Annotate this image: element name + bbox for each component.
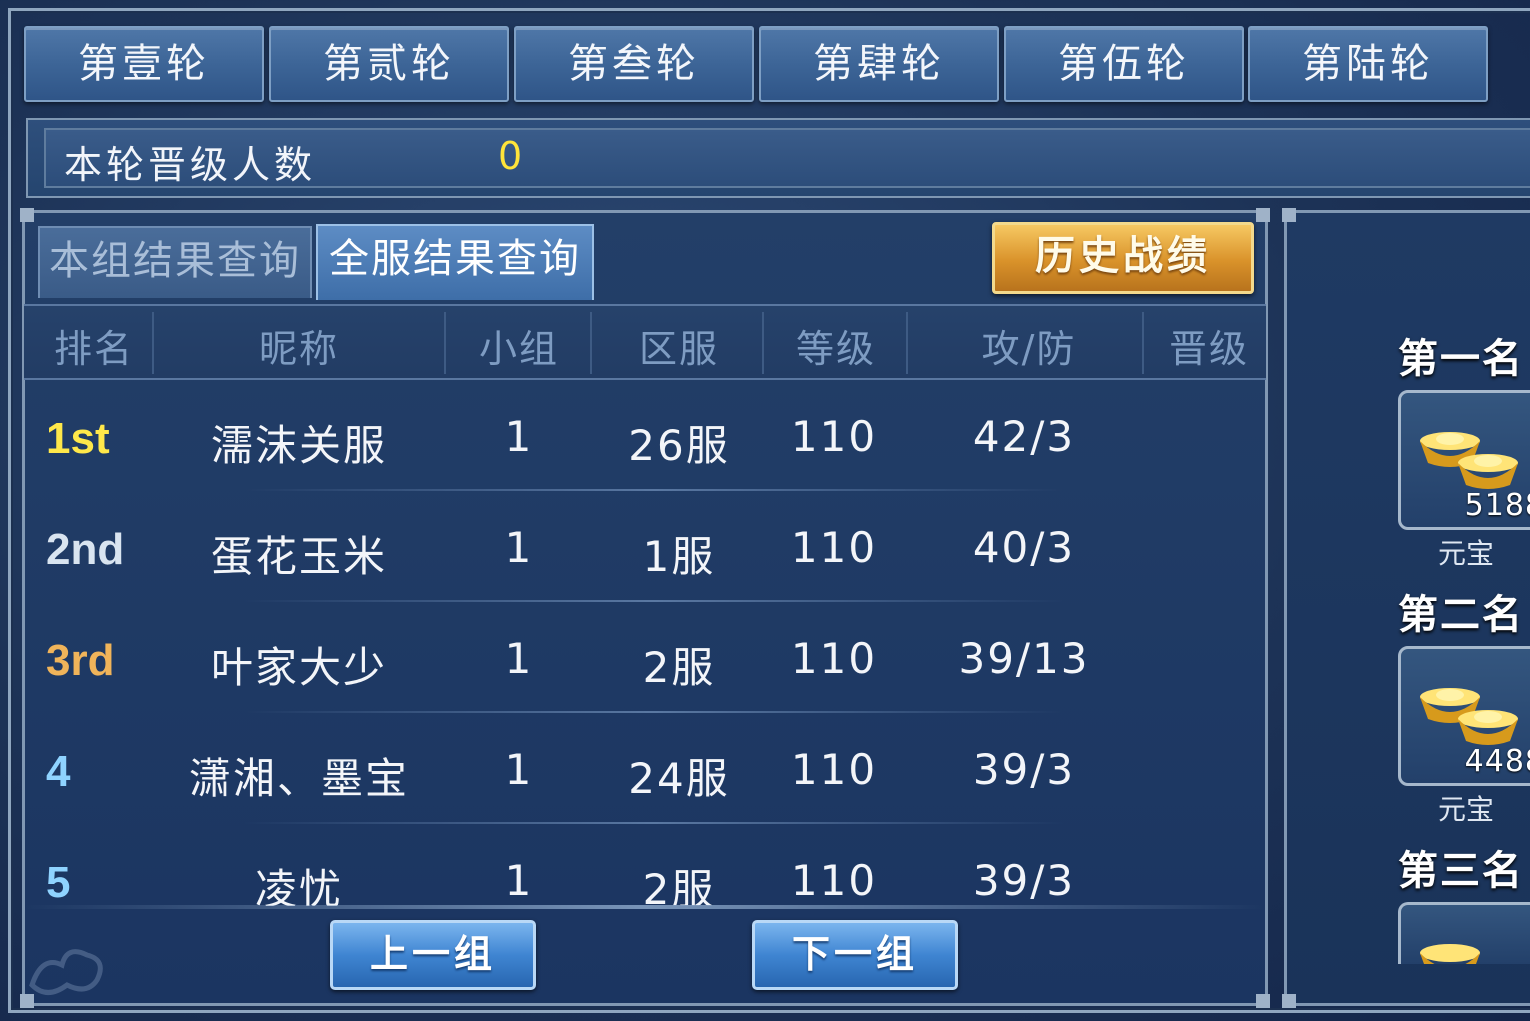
corner-ornament bbox=[1256, 994, 1270, 1008]
header-divider bbox=[590, 312, 592, 374]
header-promotion: 晋级 bbox=[1168, 327, 1249, 371]
gold-ingot-icon bbox=[1458, 710, 1518, 745]
promotion-bar: 本轮晋级人数 0 bbox=[26, 118, 1530, 198]
server: 2服 bbox=[642, 643, 716, 692]
gold-ingot-icon bbox=[1458, 454, 1518, 489]
prev-group-button[interactable]: 上一组 bbox=[330, 920, 536, 990]
tab-group-results[interactable]: 本组结果查询 bbox=[38, 226, 312, 298]
corner-ornament bbox=[1256, 208, 1270, 222]
server: 2服 bbox=[642, 865, 716, 906]
header-divider bbox=[152, 312, 154, 374]
table-row[interactable]: 1st 濡沫关服 1 26服 110 42/3 bbox=[24, 380, 1266, 491]
tab-round-3[interactable]: 第叁轮 bbox=[514, 26, 754, 102]
gold-ingot-icon bbox=[1420, 944, 1480, 964]
list-bottom-divider bbox=[24, 905, 1264, 909]
table-row[interactable]: 4 潇湘、墨宝 1 24服 110 39/3 bbox=[24, 713, 1266, 824]
rank-label: 3rd bbox=[46, 636, 115, 685]
reward-slot-first[interactable]: 5188 bbox=[1398, 390, 1530, 530]
reward-slot-third[interactable] bbox=[1398, 902, 1530, 964]
promotion-count: 0 bbox=[498, 134, 523, 178]
header-divider bbox=[1142, 312, 1144, 374]
cloud-ornament-icon bbox=[29, 949, 103, 995]
tab-round-2[interactable]: 第贰轮 bbox=[269, 26, 509, 102]
level: 110 bbox=[790, 856, 878, 905]
group: 1 bbox=[504, 856, 534, 905]
rank-label: 4 bbox=[46, 747, 71, 796]
nickname: 潇湘、墨宝 bbox=[188, 754, 409, 803]
reward-unit: 元宝 bbox=[1438, 793, 1495, 826]
server: 24服 bbox=[628, 754, 730, 803]
tab-round-6[interactable]: 第陆轮 bbox=[1248, 26, 1488, 102]
header-divider bbox=[762, 312, 764, 374]
next-group-button[interactable]: 下一组 bbox=[752, 920, 958, 990]
header-group: 小组 bbox=[478, 327, 559, 371]
attack-defense: 39/3 bbox=[972, 856, 1076, 905]
level: 110 bbox=[790, 634, 878, 683]
reward-amount: 5188 bbox=[1464, 488, 1530, 523]
header-nickname: 昵称 bbox=[258, 327, 339, 371]
level: 110 bbox=[790, 412, 878, 461]
promotion-label: 本轮晋级人数 bbox=[64, 143, 317, 187]
table-row[interactable]: 3rd 叶家大少 1 2服 110 39/13 bbox=[24, 602, 1266, 713]
tab-round-5[interactable]: 第伍轮 bbox=[1004, 26, 1244, 102]
corner-ornament bbox=[20, 208, 34, 222]
attack-defense: 39/13 bbox=[958, 634, 1090, 683]
reward-slot-second[interactable]: 4488 bbox=[1398, 646, 1530, 786]
group: 1 bbox=[504, 634, 534, 683]
group: 1 bbox=[504, 412, 534, 461]
history-record-button[interactable]: 历史战绩 bbox=[992, 222, 1254, 294]
nickname: 濡沫关服 bbox=[210, 421, 387, 470]
table-row[interactable]: 5 凌忧 1 2服 110 39/3 bbox=[24, 824, 1266, 906]
table-header: 排名 昵称 小组 区服 等级 攻/防 晋级 bbox=[24, 304, 1266, 380]
attack-defense: 42/3 bbox=[972, 412, 1076, 461]
corner-ornament bbox=[1282, 994, 1296, 1008]
attack-defense: 40/3 bbox=[972, 523, 1076, 572]
reward-unit: 元宝 bbox=[1438, 537, 1495, 570]
reward-title-third: 第三名 bbox=[1398, 848, 1524, 894]
rank-label: 5 bbox=[46, 858, 71, 906]
reward-amount: 4488 bbox=[1464, 744, 1530, 779]
rank-label: 2nd bbox=[46, 525, 125, 574]
header-attack-defense: 攻/防 bbox=[981, 327, 1077, 371]
level: 110 bbox=[790, 745, 878, 794]
header-divider bbox=[906, 312, 908, 374]
header-level: 等级 bbox=[795, 327, 876, 371]
tab-round-4[interactable]: 第肆轮 bbox=[759, 26, 999, 102]
corner-ornament bbox=[1282, 208, 1296, 222]
header-rank: 排名 bbox=[53, 327, 134, 371]
nickname: 蛋花玉米 bbox=[210, 532, 387, 581]
reward-title-second: 第二名 bbox=[1398, 592, 1524, 638]
group: 1 bbox=[504, 523, 534, 572]
nickname: 凌忧 bbox=[254, 865, 343, 906]
group: 1 bbox=[504, 745, 534, 794]
header-divider bbox=[444, 312, 446, 374]
header-server: 区服 bbox=[638, 327, 719, 371]
rank-label: 1st bbox=[46, 414, 110, 463]
level: 110 bbox=[790, 523, 878, 572]
server: 1服 bbox=[642, 532, 716, 581]
tab-server-results[interactable]: 全服结果查询 bbox=[316, 224, 594, 300]
nickname: 叶家大少 bbox=[210, 643, 387, 692]
attack-defense: 39/3 bbox=[972, 745, 1076, 794]
table-row[interactable]: 2nd 蛋花玉米 1 1服 110 40/3 bbox=[24, 491, 1266, 602]
tab-round-1[interactable]: 第壹轮 bbox=[24, 26, 264, 102]
reward-title-first: 第一名 bbox=[1398, 336, 1524, 382]
server: 26服 bbox=[628, 421, 730, 470]
